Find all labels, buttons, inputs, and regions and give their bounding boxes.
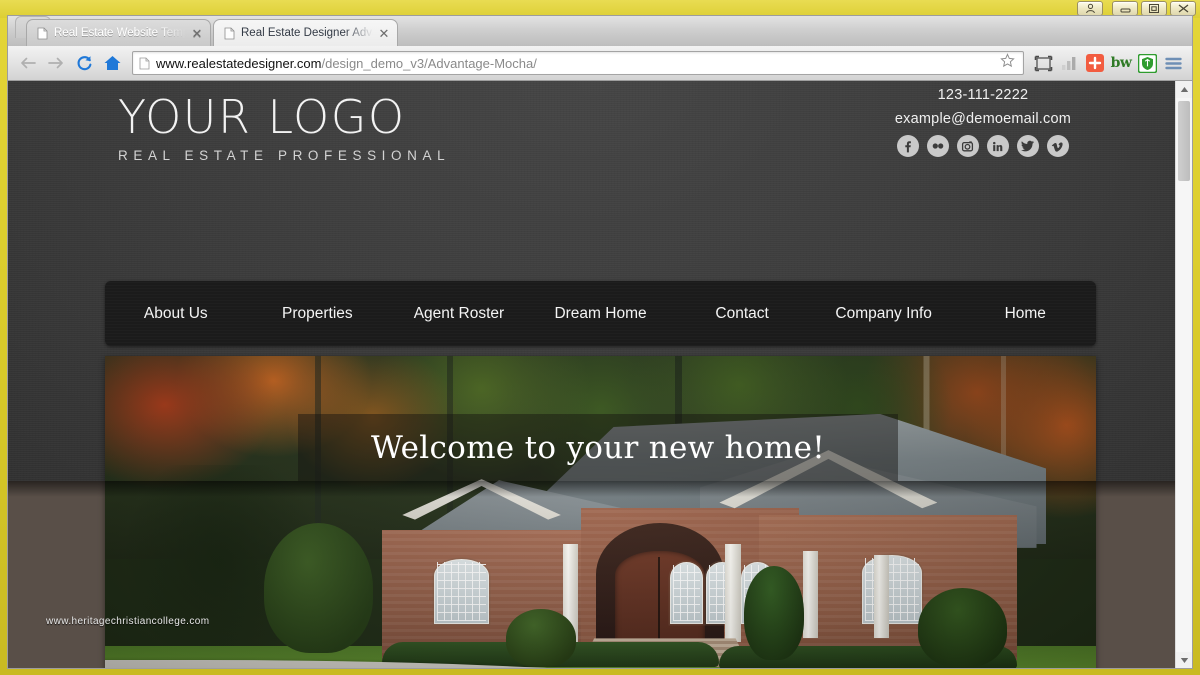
hero-slider[interactable]: Welcome to your new home!	[105, 356, 1096, 668]
menu-icon[interactable]	[1160, 50, 1186, 76]
bookmark-star-icon[interactable]	[996, 53, 1019, 73]
main-navigation: About Us Properties Agent Roster Dream H…	[105, 281, 1096, 346]
tab-title: Real Estate Designer Adva	[241, 27, 373, 39]
scroll-down-icon[interactable]	[1176, 652, 1192, 668]
site-logo[interactable]: YOUR LOGO REAL ESTATE PROFESSIONAL	[118, 90, 451, 164]
browser-window: Real Estate Website Temp ✕ Real Estate D…	[7, 15, 1193, 669]
nav-item-home[interactable]: Home	[954, 305, 1096, 323]
phone-number[interactable]: 123-111-2222	[895, 87, 1071, 103]
url-host: www.realestatedesigner.com	[156, 55, 322, 71]
home-icon	[104, 56, 120, 70]
logo-tagline: REAL ESTATE PROFESSIONAL	[118, 148, 451, 164]
nav-item-dream-home[interactable]: Dream Home	[530, 305, 672, 323]
vimeo-icon[interactable]	[1046, 135, 1069, 157]
arrow-left-icon	[21, 57, 36, 69]
tab-close-icon[interactable]: ✕	[190, 27, 204, 40]
reload-icon	[77, 55, 91, 70]
web-page: YOUR LOGO REAL ESTATE PROFESSIONAL 123-1…	[8, 81, 1175, 668]
hero-house-photo	[105, 356, 1096, 668]
email-address[interactable]: example@demoemail.com	[895, 111, 1071, 127]
bw-extension-icon[interactable]: bw	[1108, 50, 1134, 76]
social-links	[895, 135, 1071, 157]
url-text: www.realestatedesigner.com/design_demo_v…	[156, 56, 996, 71]
page-viewport: YOUR LOGO REAL ESTATE PROFESSIONAL 123-1…	[8, 81, 1192, 668]
scrollbar-thumb[interactable]	[1178, 101, 1190, 181]
shield-badge-icon[interactable]	[1134, 50, 1160, 76]
image-watermark: www.heritagechristiancollege.com	[46, 616, 210, 627]
flickr-icon[interactable]	[926, 135, 949, 157]
nav-item-company-info[interactable]: Company Info	[813, 305, 955, 323]
window-controls	[1077, 1, 1196, 16]
tab-title: Real Estate Website Temp	[54, 27, 186, 39]
page-icon	[139, 57, 150, 69]
home-button[interactable]	[98, 50, 126, 76]
reading-mode-icon[interactable]	[1030, 50, 1056, 76]
back-button[interactable]	[14, 50, 42, 76]
forward-button[interactable]	[42, 50, 70, 76]
nav-item-contact[interactable]: Contact	[671, 305, 813, 323]
scroll-up-icon[interactable]	[1176, 81, 1192, 98]
nav-item-agent-roster[interactable]: Agent Roster	[388, 305, 530, 323]
tab-close-icon[interactable]: ✕	[377, 27, 391, 40]
arrow-right-icon	[48, 57, 63, 69]
facebook-icon[interactable]	[896, 135, 919, 157]
address-bar[interactable]: www.realestatedesigner.com/design_demo_v…	[132, 51, 1024, 75]
header-contact-info: 123-111-2222 example@demoemail.com	[895, 87, 1071, 157]
hero-caption-text: Welcome to your new home!	[370, 429, 826, 466]
page-icon	[224, 27, 235, 39]
instagram-icon[interactable]	[956, 135, 979, 157]
browser-tab-1[interactable]: Real Estate Website Temp ✕	[26, 19, 211, 46]
logo-title: YOUR LOGO	[118, 90, 406, 144]
maximize-button[interactable]	[1141, 1, 1167, 16]
close-button[interactable]	[1170, 1, 1196, 16]
linkedin-icon[interactable]	[986, 135, 1009, 157]
user-account-button[interactable]	[1077, 1, 1103, 16]
browser-tabstrip: Real Estate Website Temp ✕ Real Estate D…	[8, 16, 1192, 46]
page-icon	[37, 27, 48, 39]
browser-tab-2[interactable]: Real Estate Designer Adva ✕	[213, 19, 398, 46]
nav-item-about-us[interactable]: About Us	[105, 305, 247, 323]
page-scrollbar[interactable]	[1175, 81, 1192, 668]
url-path: /design_demo_v3/Advantage-Mocha/	[321, 55, 537, 71]
bar-chart-icon[interactable]	[1056, 50, 1082, 76]
nav-item-properties[interactable]: Properties	[247, 305, 389, 323]
add-plus-icon[interactable]	[1082, 50, 1108, 76]
reload-button[interactable]	[70, 50, 98, 76]
hero-caption-overlay: Welcome to your new home!	[298, 414, 898, 481]
twitter-icon[interactable]	[1016, 135, 1039, 157]
bw-extension-label: bw	[1110, 55, 1132, 71]
os-window-frame: Real Estate Website Temp ✕ Real Estate D…	[0, 0, 1200, 675]
minimize-button[interactable]	[1112, 1, 1138, 16]
browser-toolbar: www.realestatedesigner.com/design_demo_v…	[8, 46, 1192, 81]
